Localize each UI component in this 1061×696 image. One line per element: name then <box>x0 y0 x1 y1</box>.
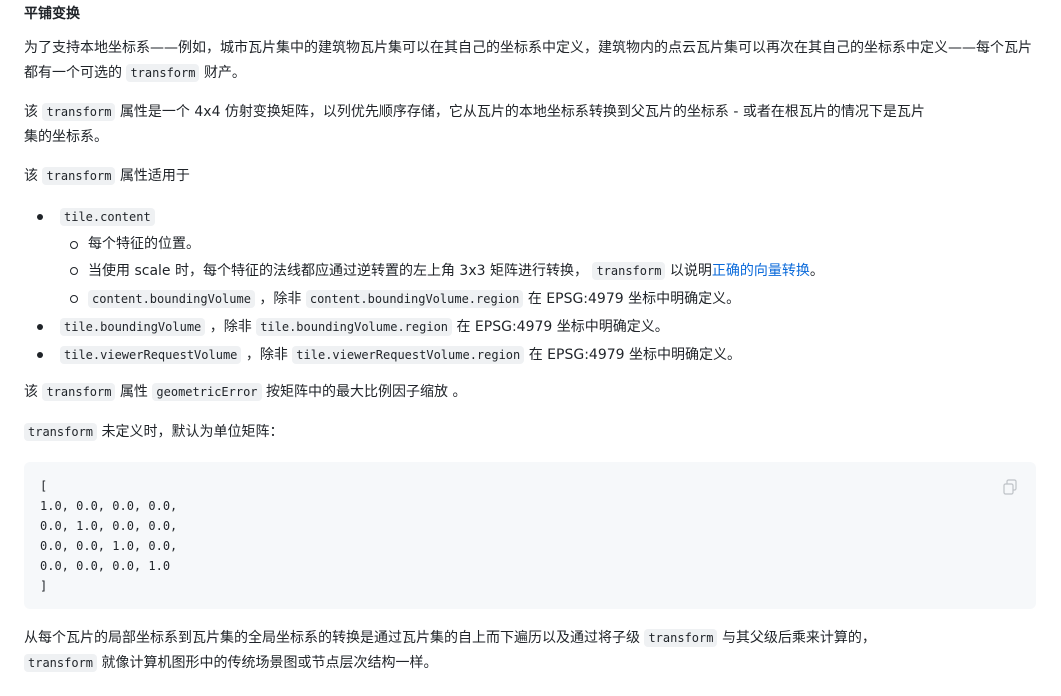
bullet-icon <box>37 324 43 330</box>
code-block-content: [ 1.0, 0.0, 0.0, 0.0, 0.0, 1.0, 0.0, 0.0… <box>40 479 178 593</box>
list-item: tile.viewerRequestVolume ，除非 tile.viewer… <box>24 341 1037 369</box>
item-text: ，除非 <box>209 319 252 335</box>
inline-code: tile.viewerRequestVolume <box>60 346 242 364</box>
subitem-text: 以说明 <box>669 263 712 279</box>
inline-code-transform: transform <box>42 383 116 401</box>
paragraph-default-identity: transform 未定义时，默认为单位矩阵： <box>24 420 1037 445</box>
subitem-text: 在 EPSG:4979 坐标中明确定义。 <box>527 291 741 307</box>
list-subitem: 每个特征的位置。 <box>24 231 1037 257</box>
inline-code-transform: transform <box>126 64 200 82</box>
traversal-text: 与其父级后乘来计算的， <box>721 630 876 646</box>
subitem-text: 当使用 scale 时，每个特征的法线都应通过逆转置的左上角 3x3 矩阵进行转… <box>88 263 588 279</box>
inline-code-geometric-error: geometricError <box>152 383 262 401</box>
text-prefix: 该 <box>24 104 38 120</box>
circle-bullet-icon <box>70 241 78 249</box>
inline-code: content.boundingVolume.region <box>305 290 524 308</box>
item-text: 在 EPSG:4979 坐标中明确定义。 <box>528 347 741 363</box>
inline-code-transform: transform <box>24 423 98 441</box>
text-post: 按矩阵中的最大比例因子缩放 。 <box>266 384 467 400</box>
text-prefix: 该 <box>24 384 38 400</box>
paragraph-transform-def: 该 transform 属性是一个 4x4 仿射变换矩阵，以列优先顺序存储，它从… <box>24 100 1037 150</box>
paragraph-traversal: 从每个瓦片的局部坐标系到瓦片集的全局坐标系的转换是通过瓦片集的自上而下遍历以及通… <box>24 626 1037 676</box>
intro-text-end: 财产。 <box>203 65 246 81</box>
list-item: tile.content <box>24 203 1037 231</box>
inline-code-transform: transform <box>592 262 666 280</box>
transform-def-text-end: 集的坐标系。 <box>24 129 108 145</box>
inline-code-transform: transform <box>644 629 718 647</box>
applies-to-text: 属性适用于 <box>119 168 190 184</box>
vector-transform-link[interactable]: 正确的向量转换 <box>712 263 810 279</box>
circle-bullet-icon <box>70 295 78 303</box>
paragraph-intro: 为了支持本地坐标系——例如，城市瓦片集中的建筑物瓦片集可以在其自己的坐标系中定义… <box>24 36 1037 86</box>
inline-code-transform: transform <box>42 167 116 185</box>
inline-code: content.boundingVolume <box>88 290 255 308</box>
bullet-icon <box>37 352 43 358</box>
circle-bullet-icon <box>70 267 78 275</box>
copy-icon[interactable] <box>1002 479 1018 495</box>
item-text: 在 EPSG:4979 坐标中明确定义。 <box>456 319 669 335</box>
transform-def-text: 属性是一个 4x4 仿射变换矩阵，以列优先顺序存储，它从瓦片的本地坐标系转换到父… <box>119 104 925 120</box>
list-item: tile.boundingVolume ，除非 tile.boundingVol… <box>24 313 1037 341</box>
text-prefix: 该 <box>24 168 38 184</box>
section-heading: 平铺变换 <box>24 6 80 22</box>
paragraph-geometric-error: 该 transform 属性 geometricError 按矩阵中的最大比例因… <box>24 380 1037 405</box>
subitem-text: ，除非 <box>259 291 302 307</box>
inline-code: tile.viewerRequestVolume.region <box>292 346 525 364</box>
inline-code-transform: transform <box>24 654 98 672</box>
inline-code: tile.content <box>60 208 155 226</box>
inline-code: tile.boundingVolume <box>60 318 206 336</box>
inline-code: tile.boundingVolume.region <box>256 318 453 336</box>
list-subitem: content.boundingVolume ，除非 content.bound… <box>24 285 1037 313</box>
code-block: [ 1.0, 0.0, 0.0, 0.0, 0.0, 1.0, 0.0, 0.0… <box>24 462 1036 609</box>
paragraph-applies-to: 该 transform 属性适用于 <box>24 164 1037 189</box>
subitem-text: 每个特征的位置。 <box>88 236 200 252</box>
text-mid: 属性 <box>119 384 148 400</box>
traversal-text: 从每个瓦片的局部坐标系到瓦片集的全局坐标系的转换是通过瓦片集的自上而下遍历以及通… <box>24 630 640 646</box>
document-page: 平铺变换 为了支持本地坐标系——例如，城市瓦片集中的建筑物瓦片集可以在其自己的坐… <box>0 0 1061 696</box>
subitem-text: 。 <box>809 263 824 279</box>
list-subitem: 当使用 scale 时，每个特征的法线都应通过逆转置的左上角 3x3 矩阵进行转… <box>24 257 1037 285</box>
traversal-text-end: 就像计算机图形中的传统场景图或节点层次结构一样。 <box>101 655 438 671</box>
inline-code-transform: transform <box>42 103 116 121</box>
default-identity-text: 未定义时，默认为单位矩阵： <box>101 424 284 440</box>
bullet-icon <box>37 214 43 220</box>
applies-list: tile.content 每个特征的位置。 当使用 scale 时，每个特征的法… <box>24 203 1037 369</box>
item-text: ，除非 <box>245 347 288 363</box>
